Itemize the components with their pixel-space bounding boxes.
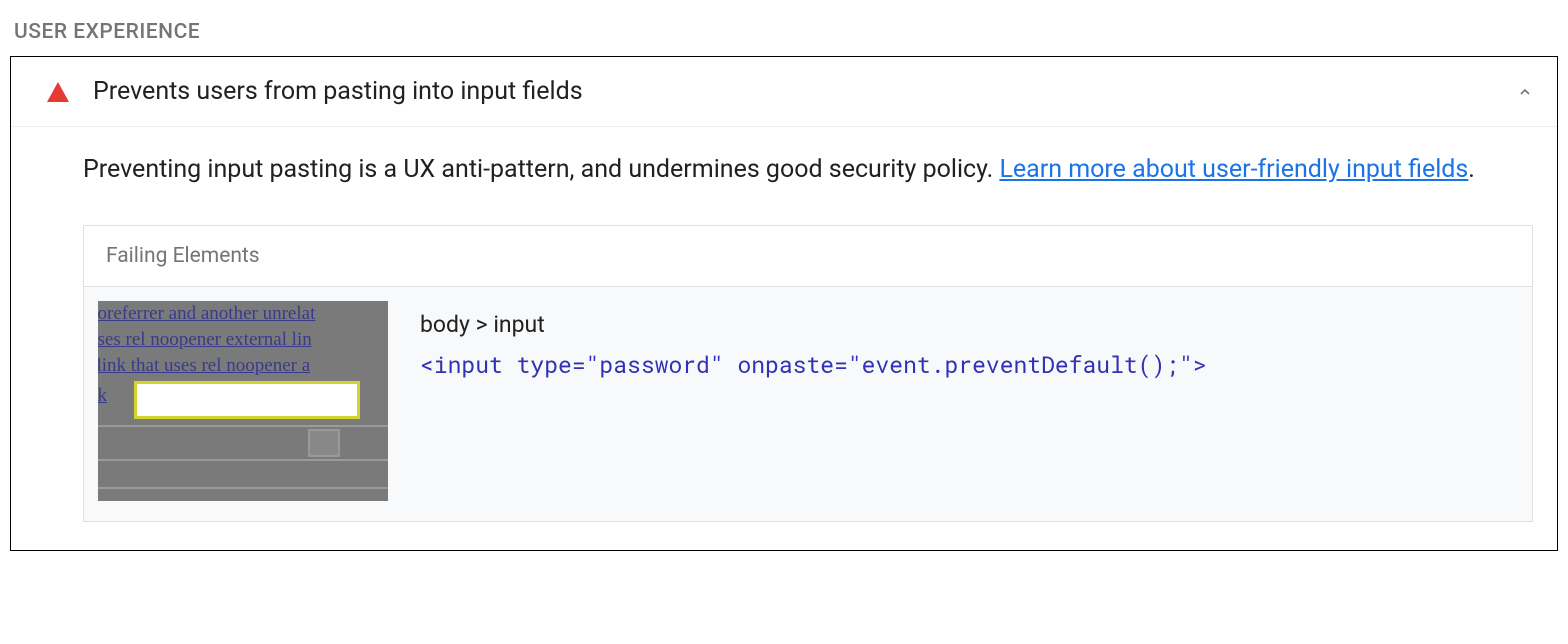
audit-title: Prevents users from pasting into input f… [93, 77, 1517, 106]
learn-more-link[interactable]: Learn more about user-friendly input fie… [999, 155, 1468, 184]
element-selector: body > input [420, 307, 1518, 344]
element-snippet: <input type="password" onpaste="event.pr… [420, 347, 1518, 384]
thumb-row [98, 459, 388, 487]
failing-elements-header: Failing Elements [84, 226, 1532, 287]
thumb-text-line: t uses rel noopener external lin [98, 329, 312, 351]
element-info: body > input <input type="password" onpa… [420, 301, 1518, 385]
failing-elements-panel: Failing Elements noreferrer and another … [83, 225, 1533, 522]
thumb-text-line: al link that uses rel noopener a [98, 355, 310, 377]
thumb-row [98, 487, 388, 501]
thumb-text-line: noreferrer and another unrelat [98, 303, 315, 325]
description-text: Preventing input pasting is a UX anti-pa… [83, 155, 999, 184]
audit-description: Preventing input pasting is a UX anti-pa… [83, 151, 1533, 189]
chevron-up-icon [1517, 84, 1533, 100]
thumb-highlighted-input [134, 381, 360, 419]
audit-card: Prevents users from pasting into input f… [10, 56, 1558, 551]
thumb-text-line: ok [98, 385, 107, 407]
failing-element-row: noreferrer and another unrelat t uses re… [84, 287, 1532, 521]
audit-header[interactable]: Prevents users from pasting into input f… [11, 57, 1557, 127]
audit-body: Preventing input pasting is a UX anti-pa… [11, 127, 1557, 550]
section-title: USER EXPERIENCE [14, 20, 1558, 44]
thumb-broken-image-icon [308, 429, 340, 457]
element-thumbnail: noreferrer and another unrelat t uses re… [98, 301, 388, 501]
thumb-row [98, 425, 388, 459]
fail-triangle-icon [47, 82, 69, 102]
description-period: . [1468, 155, 1475, 184]
